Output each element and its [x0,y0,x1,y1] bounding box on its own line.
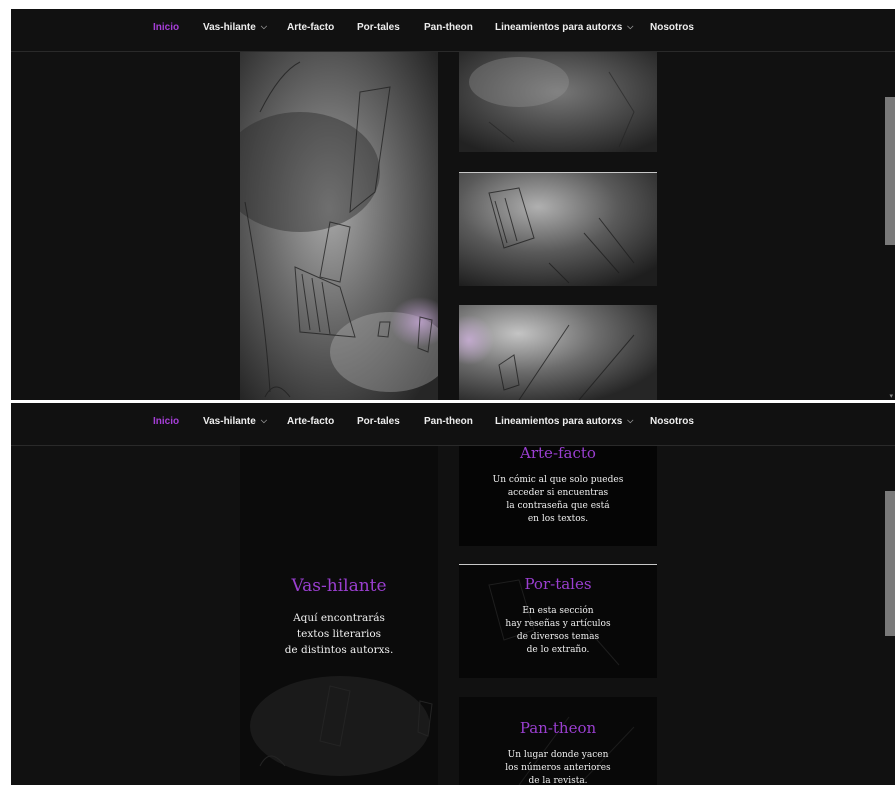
nav-por-tales[interactable]: Por-tales [357,416,400,427]
sketch-texture-image [459,52,657,152]
viewport-default-state: Inicio Vas-hilante ⌵ Arte-facto Por-tales… [11,9,895,400]
main-navigation: Inicio Vas-hilante ⌵ Arte-facto Por-tales… [11,9,895,52]
arte-facto-tile-image[interactable] [459,52,657,152]
section-description: En esta sección hay reseñas y artículos … [505,606,611,655]
pan-theon-tile-image[interactable] [459,305,657,400]
section-title: Vas-hilante [291,576,387,596]
separator-line [459,564,657,565]
scrollbar-thumb[interactable] [885,97,895,245]
nav-lineamientos[interactable]: Lineamientos para autorxs ⌵ [495,22,633,33]
nav-inicio[interactable]: Inicio [153,22,179,33]
por-tales-overlay: Por-tales En esta sección hay reseñas y … [459,575,657,657]
nav-pan-theon[interactable]: Pan-theon [424,22,473,33]
nav-lineamientos-label: Lineamientos para autorxs [495,416,623,427]
section-description: Un lugar donde yacen los números anterio… [505,750,611,785]
arte-facto-overlay: Arte-facto Un cómic al que solo puedes a… [459,444,657,526]
nav-lineamientos[interactable]: Lineamientos para autorxs ⌵ [495,416,633,427]
nav-vas-hilante-label: Vas-hilante [203,22,256,33]
chevron-down-icon: ⌵ [260,416,267,425]
chevron-down-icon: ⌵ [260,22,267,31]
chevron-down-icon: ⌵ [627,22,634,31]
nav-nosotros[interactable]: Nosotros [650,416,694,427]
vas-hilante-tile-image[interactable] [240,52,438,400]
viewport-overlay-state: Inicio Vas-hilante ⌵ Arte-facto Por-tales… [11,403,895,785]
section-description: Un cómic al que solo puedes acceder si e… [492,475,624,524]
nav-vas-hilante[interactable]: Vas-hilante ⌵ [203,416,267,427]
nav-nosotros[interactable]: Nosotros [650,22,694,33]
nav-pan-theon[interactable]: Pan-theon [424,416,473,427]
section-title: Arte-facto [520,444,596,462]
scrollbar-thumb[interactable] [885,491,895,636]
main-navigation: Inicio Vas-hilante ⌵ Arte-facto Por-tales… [11,403,895,446]
scroll-down-arrow-icon[interactable]: ▾ [889,392,893,400]
vas-hilante-overlay: Vas-hilante Aquí encontrarás textos lite… [240,576,438,658]
nav-arte-facto[interactable]: Arte-facto [287,416,334,427]
sketch-texture-image [240,52,438,400]
section-title: Por-tales [524,575,592,593]
nav-lineamientos-label: Lineamientos para autorxs [495,22,623,33]
chevron-down-icon: ⌵ [627,416,634,425]
sketch-texture-image [459,173,657,286]
sketch-texture-image [459,305,657,400]
nav-inicio[interactable]: Inicio [153,416,179,427]
por-tales-tile-image[interactable] [459,173,657,286]
nav-arte-facto[interactable]: Arte-facto [287,22,334,33]
nav-por-tales[interactable]: Por-tales [357,22,400,33]
pan-theon-overlay: Pan-theon Un lugar donde yacen los númer… [459,719,657,785]
nav-vas-hilante[interactable]: Vas-hilante ⌵ [203,22,267,33]
separator-line [459,172,657,173]
section-description: Aquí encontrarás textos literarios de di… [284,612,394,656]
nav-vas-hilante-label: Vas-hilante [203,416,256,427]
section-title: Pan-theon [519,719,597,737]
